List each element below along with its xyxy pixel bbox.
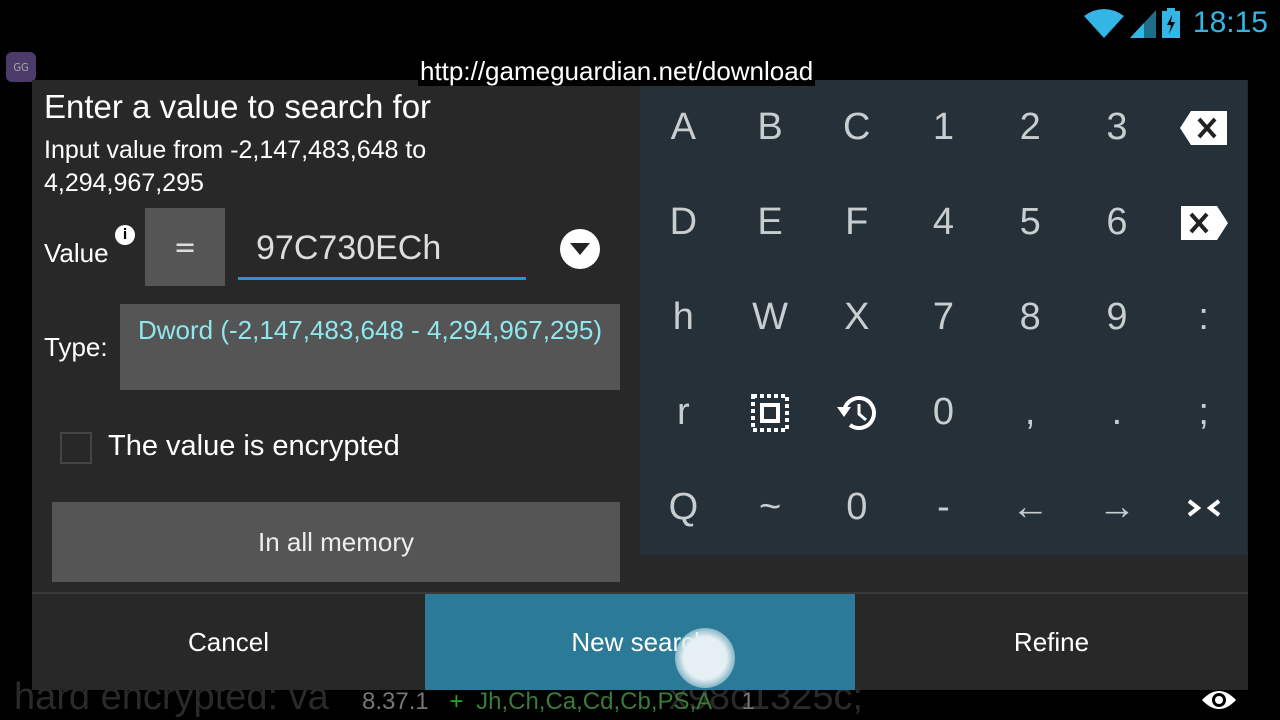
key[interactable]: 2 [987, 80, 1074, 175]
key[interactable]: 8 [987, 270, 1074, 365]
version-text: 8.37.1 [362, 688, 429, 715]
key[interactable]: E [727, 175, 814, 270]
encrypted-checkbox[interactable] [60, 432, 92, 464]
key[interactable]: 5 [987, 175, 1074, 270]
status-bar [1084, 8, 1180, 38]
type-selector[interactable]: Dword (-2,147,483,648 - 4,294,967,295) [120, 304, 620, 390]
collapse-icon [1187, 498, 1220, 517]
overlay-url[interactable]: http://gameguardian.net/download [418, 56, 816, 86]
memory-range-button[interactable]: In all memory [52, 502, 620, 582]
dialog-title: Enter a value to search for [44, 88, 432, 125]
key[interactable]: 9 [1074, 270, 1161, 365]
operator-button[interactable]: = [145, 208, 225, 286]
key[interactable]: X [813, 270, 900, 365]
history-dropdown-button[interactable] [560, 229, 600, 269]
custom-keyboard: A B C 1 2 3 D E F 4 5 6 h W X 7 8 9: r 0,.; Q ~0- ← → [640, 80, 1247, 555]
battery-charging-icon [1162, 8, 1180, 38]
history-icon [836, 395, 876, 430]
count-text: 1 [741, 688, 755, 715]
search-dialog: Enter a value to search for Input value … [32, 80, 1248, 690]
key[interactable]: → [1074, 460, 1161, 555]
app-logo: GG [6, 52, 36, 82]
key[interactable]: 3 [1074, 80, 1161, 175]
range-text: Input value from -2,147,483,648 to 4,294… [44, 136, 427, 197]
history-key[interactable] [813, 365, 900, 460]
key[interactable]: 6 [1074, 175, 1161, 270]
key[interactable]: 4 [900, 175, 987, 270]
backspace-key[interactable] [1160, 80, 1247, 175]
key[interactable]: . [1074, 365, 1161, 460]
value-input[interactable] [238, 220, 526, 280]
info-icon[interactable]: i [115, 225, 135, 245]
key[interactable]: Q [640, 460, 727, 555]
touch-indicator [675, 628, 735, 688]
encrypted-label[interactable]: The value is encrypted [108, 430, 400, 463]
key[interactable]: C [813, 80, 900, 175]
key[interactable]: 0 [900, 365, 987, 460]
status-time: 18:15 [1192, 6, 1268, 39]
backspace-icon [1179, 110, 1227, 145]
eye-icon[interactable] [1200, 686, 1238, 714]
key[interactable]: 7 [900, 270, 987, 365]
value-label: Value [44, 238, 109, 268]
key[interactable]: ~ [727, 460, 814, 555]
key[interactable]: ← [987, 460, 1074, 555]
refine-button[interactable]: Refine [855, 594, 1248, 690]
new-search-button[interactable]: New search [425, 594, 855, 690]
delete-icon [1180, 205, 1228, 240]
key[interactable]: ; [1160, 365, 1247, 460]
flags-text: Jh,Ch,Ca,Cd,Cb,PS,A [476, 688, 711, 715]
key[interactable]: 1 [900, 80, 987, 175]
wifi-icon [1084, 9, 1124, 38]
key[interactable]: r [640, 365, 727, 460]
key[interactable]: - [900, 460, 987, 555]
key[interactable]: , [987, 365, 1074, 460]
key[interactable]: : [1160, 270, 1247, 365]
select-all-icon [751, 393, 790, 432]
footer-status: 8.37.1 + Jh,Ch,Ca,Cd,Cb,PS,A 1 [362, 688, 755, 716]
key[interactable]: W [727, 270, 814, 365]
plus-text: + [449, 688, 464, 715]
collapse-key[interactable] [1160, 460, 1247, 555]
key[interactable]: F [813, 175, 900, 270]
key[interactable]: D [640, 175, 727, 270]
chevron-down-icon [570, 243, 590, 255]
key[interactable]: h [640, 270, 727, 365]
cancel-button[interactable]: Cancel [32, 594, 425, 690]
key[interactable]: A [640, 80, 727, 175]
type-label: Type: [44, 332, 108, 362]
key[interactable]: 0 [813, 460, 900, 555]
key[interactable]: B [727, 80, 814, 175]
delete-key[interactable] [1160, 175, 1247, 270]
select-all-key[interactable] [727, 365, 814, 460]
signal-icon [1130, 10, 1156, 38]
